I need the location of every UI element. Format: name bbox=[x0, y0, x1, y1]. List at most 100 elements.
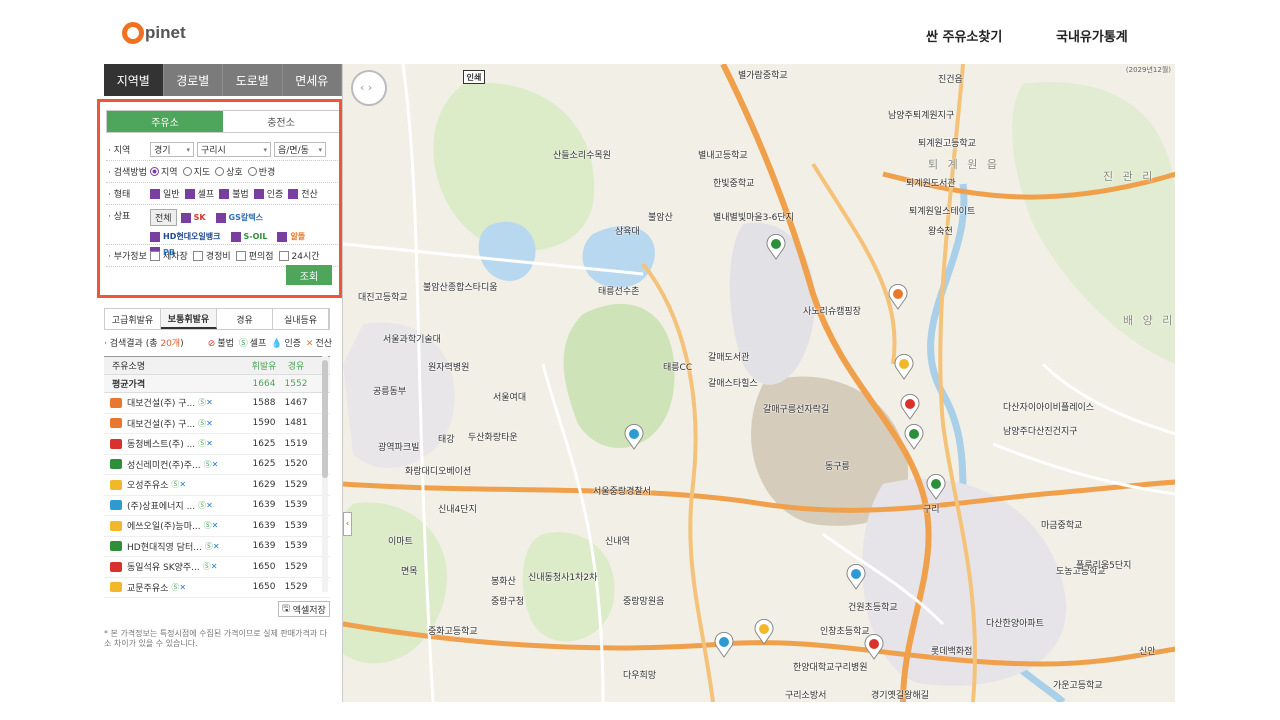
tab-region[interactable]: 지역별 bbox=[104, 64, 164, 96]
type-self-check[interactable]: 셀프 bbox=[184, 187, 214, 200]
brand-logo-icon bbox=[110, 561, 122, 572]
gas-station-pin-icon[interactable] bbox=[753, 619, 775, 645]
station-name[interactable]: 대보건설(주) 구... bbox=[127, 417, 195, 430]
tab-route[interactable]: 경로별 bbox=[163, 64, 223, 96]
brand-altteul-check[interactable]: 알뜰 bbox=[277, 231, 310, 242]
map-label: 갈매스타힐스 bbox=[708, 379, 758, 389]
opinet-logo[interactable]: pinet bbox=[122, 19, 186, 47]
gas-station-pin-icon[interactable] bbox=[899, 394, 921, 420]
table-row[interactable]: HD현대직영 담터... Ⓢ✕ 1639 1539 bbox=[104, 537, 330, 557]
map-view[interactable]: 인쇄 (2029년12월) ‹ 별가람중학교남양주퇴계원지구퇴계원고등학교퇴 계… bbox=[342, 64, 1175, 702]
diesel-price: 1539 bbox=[284, 520, 308, 531]
filter-box: 주유소 충전소 지역 경기▾ 구리시▾ 읍/면/동▾ 검색방법 지역 지도 상호… bbox=[104, 110, 342, 290]
map-label: 신내4단지 bbox=[438, 505, 477, 515]
method-region-radio[interactable]: 지역 bbox=[150, 165, 178, 178]
map-label: 왕숙천 bbox=[928, 227, 953, 237]
station-name[interactable]: 에쓰오일(주)능마... bbox=[127, 519, 201, 532]
map-label: 서울중랑경찰서 bbox=[593, 487, 651, 497]
table-row[interactable]: 대보건설(주) 구... Ⓢ✕ 1588 1467 bbox=[104, 393, 330, 414]
extra-store-check[interactable]: 편의점 bbox=[235, 249, 274, 262]
gas-station-pin-icon[interactable] bbox=[903, 424, 925, 450]
gasoline-price: 1625 bbox=[252, 438, 276, 449]
table-row[interactable]: 에쓰오일(주)능마... Ⓢ✕ 1639 1539 bbox=[104, 516, 330, 537]
station-name[interactable]: (주)상표에너지 ... bbox=[127, 499, 195, 512]
brand-logo-icon bbox=[110, 479, 122, 490]
map-label: 태릉CC bbox=[663, 363, 693, 373]
brand-soil-check[interactable]: S-OIL bbox=[230, 231, 273, 242]
table-row[interactable]: (주)상표에너지 ... Ⓢ✕ 1639 1539 bbox=[104, 496, 330, 516]
brand-gs-check[interactable]: GS칼텍스 bbox=[215, 209, 268, 226]
province-select[interactable]: 경기 ▾ bbox=[150, 142, 194, 157]
station-tags-icon: Ⓢ✕ bbox=[171, 582, 187, 592]
map-label: 다우희망 bbox=[623, 671, 657, 681]
table-row[interactable]: 동청베스트(주) ... Ⓢ✕ 1625 1519 bbox=[104, 434, 330, 455]
extra-24h-check[interactable]: 24시간 bbox=[278, 249, 320, 262]
brand-sk-check[interactable]: SK bbox=[180, 209, 211, 226]
method-map-radio[interactable]: 지도 bbox=[182, 165, 210, 178]
type-illegal-check[interactable]: 불법 bbox=[219, 187, 249, 200]
station-name[interactable]: 동일석유 SK양주... bbox=[127, 560, 200, 573]
map-label: 면목 bbox=[401, 567, 418, 577]
tab-kerosene[interactable]: 실내등유 bbox=[273, 309, 329, 329]
excel-save-button[interactable]: 🖫 엑셀저장 bbox=[278, 601, 330, 617]
station-name[interactable]: 대보건설(주) 구... bbox=[127, 396, 195, 409]
table-scrollbar[interactable] bbox=[322, 356, 328, 592]
extra-carwash-check[interactable]: 세차장 bbox=[150, 249, 188, 262]
tab-regular-gasoline[interactable]: 보통휘발유 bbox=[161, 309, 217, 329]
gas-station-pin-icon[interactable] bbox=[713, 632, 735, 658]
tab-road[interactable]: 도로별 bbox=[223, 64, 283, 96]
gas-station-pin-icon[interactable] bbox=[893, 354, 915, 380]
extra-label: 부가정보 bbox=[106, 249, 150, 262]
gasoline-price: 1629 bbox=[252, 479, 276, 490]
brand-logo-icon bbox=[110, 520, 122, 531]
table-row[interactable]: 대보건설(주) 구... Ⓢ✕ 1590 1481 bbox=[104, 414, 330, 434]
site-header: pinet 싼 주유소찾기 국내유가통계 bbox=[0, 0, 1280, 64]
brand-label: 상표 bbox=[106, 209, 150, 222]
city-select[interactable]: 구리시 ▾ bbox=[197, 142, 271, 157]
brand-all-button[interactable]: 전체 bbox=[150, 209, 177, 226]
nav-price-stats[interactable]: 국내유가통계 bbox=[1056, 26, 1128, 45]
nav-cheap-station[interactable]: 싼 주유소찾기 bbox=[926, 26, 1002, 45]
map-pan-control-icon[interactable] bbox=[351, 70, 387, 106]
map-label: 불암산 bbox=[648, 213, 673, 223]
extra-repair-check[interactable]: 경정비 bbox=[192, 249, 231, 262]
station-type-tabs: 주유소 충전소 bbox=[106, 110, 340, 133]
station-name[interactable]: 교문주유소 bbox=[127, 581, 168, 594]
map-label: 별내별빛마을3-6단지 bbox=[713, 213, 794, 223]
type-computed-check[interactable]: 전산 bbox=[288, 187, 318, 200]
type-certified-check[interactable]: 인증 bbox=[253, 187, 283, 200]
gas-station-pin-icon[interactable] bbox=[845, 564, 867, 590]
tab-charging-station[interactable]: 충전소 bbox=[223, 111, 339, 132]
station-name[interactable]: 성신레미컨(주)주... bbox=[127, 458, 201, 471]
gas-station-pin-icon[interactable] bbox=[863, 634, 885, 660]
collapse-arrow-icon[interactable]: ‹ bbox=[343, 512, 352, 536]
print-button[interactable]: 인쇄 bbox=[463, 70, 485, 84]
station-name[interactable]: 오성주유소 bbox=[127, 478, 168, 491]
table-row[interactable]: 동일석유 SK양주... Ⓢ✕ 1650 1529 bbox=[104, 557, 330, 578]
tab-premium-gasoline[interactable]: 고급휘발유 bbox=[105, 309, 161, 329]
map-label: 경기옛길왕해길 bbox=[871, 691, 929, 701]
table-row[interactable]: 오성주유소 Ⓢ✕ 1629 1529 bbox=[104, 475, 330, 496]
station-name[interactable]: 동청베스트(주) ... bbox=[127, 437, 195, 450]
table-row[interactable]: 성신레미컨(주)주... Ⓢ✕ 1625 1520 bbox=[104, 455, 330, 475]
gas-station-pin-icon[interactable] bbox=[925, 474, 947, 500]
method-radius-radio[interactable]: 반경 bbox=[247, 165, 275, 178]
search-button[interactable]: 조회 bbox=[286, 265, 332, 285]
gas-station-pin-icon[interactable] bbox=[887, 284, 909, 310]
gasoline-price: 1650 bbox=[252, 582, 276, 593]
type-general-check[interactable]: 일반 bbox=[150, 187, 180, 200]
gas-station-pin-icon[interactable] bbox=[765, 234, 787, 260]
tab-taxfree[interactable]: 면세유 bbox=[282, 64, 342, 96]
brand-logo-icon bbox=[110, 582, 122, 593]
map-label: 배 양 리 bbox=[1123, 314, 1175, 327]
diesel-price: 1481 bbox=[284, 418, 308, 429]
map-label: 신안 bbox=[1139, 647, 1156, 657]
station-name[interactable]: HD현대직영 담터... bbox=[127, 540, 202, 553]
gas-station-pin-icon[interactable] bbox=[623, 424, 645, 450]
brand-hd-check[interactable]: HD현대오일뱅크 bbox=[150, 231, 226, 242]
table-row[interactable]: 교문주유소 Ⓢ✕ 1650 1529 bbox=[104, 578, 330, 598]
method-name-radio[interactable]: 상호 bbox=[215, 165, 243, 178]
tab-diesel[interactable]: 경유 bbox=[217, 309, 273, 329]
town-select[interactable]: 읍/면/동 ▾ bbox=[274, 142, 326, 157]
tab-gas-station[interactable]: 주유소 bbox=[107, 111, 223, 132]
